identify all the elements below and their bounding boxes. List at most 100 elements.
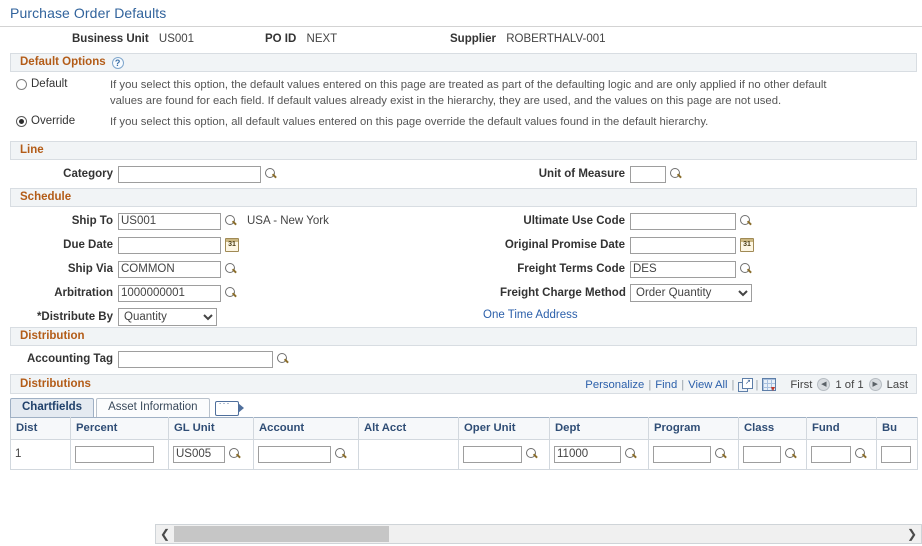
column-header-gl-unit[interactable]: GL Unit xyxy=(168,416,254,440)
pager-next-icon[interactable]: ▶ xyxy=(868,378,882,391)
pager-previous-icon[interactable]: ◀ xyxy=(817,378,831,391)
field-ultimate-use-code: Ultimate Use Code xyxy=(500,212,753,230)
freight-terms-code-input[interactable] xyxy=(630,260,736,278)
freight-charge-method-select[interactable]: Order Quantity xyxy=(630,283,752,302)
table-header-row: Dist Percent GL Unit Account Alt Acct Op… xyxy=(10,416,918,440)
program-lookup-icon[interactable] xyxy=(715,447,728,461)
column-header-dist[interactable]: Dist xyxy=(10,416,71,440)
class-input[interactable] xyxy=(743,445,781,463)
budget-input[interactable] xyxy=(881,445,911,463)
column-header-dept[interactable]: Dept xyxy=(549,416,649,440)
field-ship-to: Ship To USA - New York xyxy=(0,212,329,230)
due-date-input[interactable] xyxy=(118,236,221,254)
personalize-link[interactable]: Personalize xyxy=(585,379,644,391)
oper-unit-lookup-icon[interactable] xyxy=(526,447,539,461)
ship-to-input[interactable] xyxy=(118,212,221,230)
view-all-link[interactable]: View All xyxy=(688,379,727,391)
cell-dept-wrap xyxy=(554,445,644,463)
field-due-date: Due Date xyxy=(0,236,239,254)
radio-default-wrap[interactable]: Default xyxy=(0,78,110,91)
column-header-fund[interactable]: Fund xyxy=(806,416,877,440)
ultimate-use-code-input[interactable] xyxy=(630,212,736,230)
column-header-budget[interactable]: Bu xyxy=(876,416,918,440)
accounting-tag-lookup-icon[interactable] xyxy=(277,352,290,366)
key-fields-row: Business Unit US001 PO ID NEXT Supplier … xyxy=(0,27,922,53)
expand-icon[interactable] xyxy=(738,377,754,392)
field-freight-charge-method: Freight Charge Method Order Quantity xyxy=(500,283,752,302)
option-default-description: If you select this option, the default v… xyxy=(110,79,827,107)
calendar-icon-original-promise-date[interactable] xyxy=(740,238,754,252)
original-promise-date-input[interactable] xyxy=(630,236,736,254)
cell-program-wrap xyxy=(653,445,734,463)
option-row-default: Default If you select this option, the d… xyxy=(0,78,922,109)
account-lookup-icon[interactable] xyxy=(335,447,348,461)
default-options-body: Default If you select this option, the d… xyxy=(0,72,922,141)
accounting-tag-label: Accounting Tag xyxy=(26,353,113,365)
column-header-alt-acct[interactable]: Alt Acct xyxy=(358,416,459,440)
gl-unit-input[interactable] xyxy=(173,445,225,463)
ultimate-use-code-lookup-icon[interactable] xyxy=(740,214,753,228)
field-unit-of-measure: Unit of Measure xyxy=(500,165,683,183)
dept-input[interactable] xyxy=(554,445,621,463)
unit-of-measure-input[interactable] xyxy=(630,165,666,183)
cell-oper-unit xyxy=(458,438,550,470)
radio-default[interactable] xyxy=(16,79,27,90)
tab-asset-information[interactable]: Asset Information xyxy=(96,397,210,417)
dept-lookup-icon[interactable] xyxy=(625,447,638,461)
scrollbar-thumb[interactable] xyxy=(174,526,389,542)
fund-lookup-icon[interactable] xyxy=(855,447,868,461)
radio-override-label: Override xyxy=(31,115,76,127)
cell-percent xyxy=(70,438,169,470)
po-id-value: NEXT xyxy=(306,33,338,45)
freight-terms-code-lookup-icon[interactable] xyxy=(740,262,753,276)
tab-chartfields[interactable]: Chartfields xyxy=(10,397,95,417)
option-row-override: Override If you select this option, all … xyxy=(0,115,922,131)
one-time-address-link[interactable]: One Time Address xyxy=(483,309,578,321)
ship-via-lookup-icon[interactable] xyxy=(225,262,238,276)
column-header-percent[interactable]: Percent xyxy=(70,416,169,440)
calendar-icon-due-date[interactable] xyxy=(225,238,239,252)
ship-via-input[interactable] xyxy=(118,260,221,278)
ship-to-lookup-icon[interactable] xyxy=(225,214,238,228)
tab-expand-icon[interactable] xyxy=(214,398,244,416)
scroll-right-arrow-icon[interactable]: ❯ xyxy=(903,527,921,541)
category-lookup-icon[interactable] xyxy=(265,167,278,181)
category-input[interactable] xyxy=(118,165,261,183)
field-ship-via: Ship Via xyxy=(0,260,238,278)
column-header-class[interactable]: Class xyxy=(738,416,807,440)
pager-last-label[interactable]: Last xyxy=(887,379,908,391)
line-title: Line xyxy=(20,143,44,156)
column-header-program[interactable]: Program xyxy=(648,416,739,440)
cell-account xyxy=(253,438,359,470)
grid-horizontal-scrollbar[interactable]: ❮ ❯ xyxy=(155,524,922,544)
pager-first-label[interactable]: First xyxy=(790,379,812,391)
help-icon[interactable]: ? xyxy=(111,56,124,69)
distributions-title: Distributions xyxy=(20,377,91,390)
distributions-grid-header: Distributions Personalize | Find | View … xyxy=(10,373,917,394)
column-header-oper-unit[interactable]: Oper Unit xyxy=(458,416,550,440)
accounting-tag-input[interactable] xyxy=(118,350,273,368)
arbitration-lookup-icon[interactable] xyxy=(225,286,238,300)
cell-fund-wrap xyxy=(811,445,872,463)
download-grid-icon[interactable] xyxy=(762,378,777,393)
gl-unit-lookup-icon[interactable] xyxy=(229,447,242,461)
scroll-left-arrow-icon[interactable]: ❮ xyxy=(156,527,174,541)
fund-input[interactable] xyxy=(811,445,851,463)
scrollbar-track[interactable] xyxy=(174,526,903,542)
field-category: Category xyxy=(0,165,278,183)
schedule-fields: Ship To USA - New York Due Date Ship Via… xyxy=(0,207,922,327)
default-options-section-header: Default Options ? xyxy=(10,53,917,72)
distribute-by-select[interactable]: Quantity xyxy=(118,307,217,326)
column-header-account[interactable]: Account xyxy=(253,416,359,440)
program-input[interactable] xyxy=(653,445,711,463)
arbitration-input[interactable] xyxy=(118,284,221,302)
unit-of-measure-lookup-icon[interactable] xyxy=(670,167,683,181)
radio-override[interactable] xyxy=(16,116,27,127)
radio-override-wrap[interactable]: Override xyxy=(0,115,110,128)
class-lookup-icon[interactable] xyxy=(785,447,798,461)
percent-input[interactable] xyxy=(75,445,154,463)
oper-unit-input[interactable] xyxy=(463,445,522,463)
account-input[interactable] xyxy=(258,445,331,463)
find-link[interactable]: Find xyxy=(655,379,677,391)
category-label: Category xyxy=(63,168,113,180)
